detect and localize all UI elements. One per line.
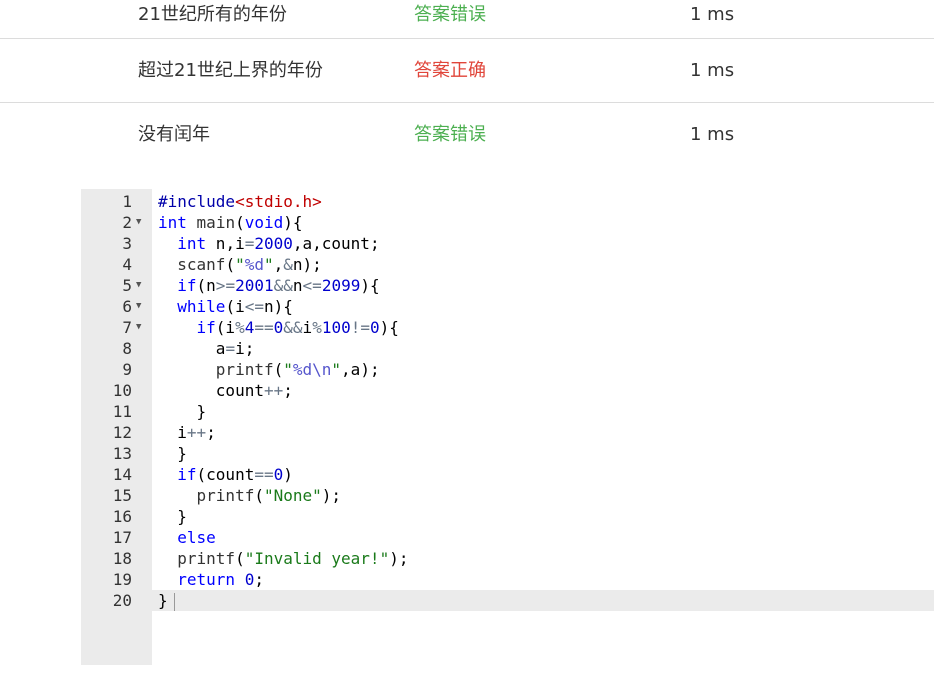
code-line[interactable]: 12 i++; bbox=[81, 422, 934, 443]
line-number: 6 bbox=[122, 297, 132, 316]
code-text[interactable]: } bbox=[158, 506, 187, 527]
code-text[interactable]: while(i<=n){ bbox=[158, 296, 293, 317]
code-text[interactable]: printf("None"); bbox=[158, 485, 342, 506]
case-time: 1 ms bbox=[690, 4, 735, 25]
line-number: 9 bbox=[122, 360, 132, 379]
line-number: 17 bbox=[112, 528, 132, 547]
code-line[interactable]: 15 printf("None"); bbox=[81, 485, 934, 506]
result-row: 超过21世纪上界的年份 答案正确 1 ms bbox=[0, 40, 934, 104]
line-number: 15 bbox=[112, 486, 132, 505]
code-text[interactable]: } bbox=[158, 443, 187, 464]
code-line[interactable]: 11 } bbox=[81, 401, 934, 422]
case-name: 超过21世纪上界的年份 bbox=[138, 60, 323, 81]
code-text[interactable]: printf("%d\n",a); bbox=[158, 359, 380, 380]
line-number: 10 bbox=[112, 381, 132, 400]
line-number: 8 bbox=[122, 339, 132, 358]
code-text[interactable]: i++; bbox=[158, 422, 216, 443]
line-number: 12 bbox=[112, 423, 132, 442]
code-line[interactable]: 4 scanf("%d",&n); bbox=[81, 254, 934, 275]
code-text[interactable]: if(i%4==0&&i%100!=0){ bbox=[158, 317, 399, 338]
code-line[interactable]: 20} bbox=[81, 590, 934, 611]
fold-arrow-icon[interactable]: ▼ bbox=[136, 275, 141, 296]
code-line[interactable]: 7 ▼ if(i%4==0&&i%100!=0){ bbox=[81, 317, 934, 338]
code-line[interactable]: 14 if(count==0) bbox=[81, 464, 934, 485]
line-number: 2 bbox=[122, 213, 132, 232]
code-text[interactable]: count++; bbox=[158, 380, 293, 401]
fold-arrow-icon[interactable]: ▼ bbox=[136, 296, 141, 317]
case-time: 1 ms bbox=[690, 124, 735, 145]
code-line[interactable]: 6 ▼ while(i<=n){ bbox=[81, 296, 934, 317]
case-status: 答案正确 bbox=[414, 60, 486, 81]
code-text[interactable]: int n,i=2000,a,count; bbox=[158, 233, 379, 254]
code-line[interactable]: 10 count++; bbox=[81, 380, 934, 401]
line-number: 7 bbox=[122, 318, 132, 337]
code-line[interactable]: 3 int n,i=2000,a,count; bbox=[81, 233, 934, 254]
row-divider bbox=[0, 38, 934, 39]
line-number: 20 bbox=[112, 591, 132, 610]
case-status: 答案错误 bbox=[414, 124, 486, 145]
case-time: 1 ms bbox=[690, 60, 735, 81]
code-line[interactable]: 19 return 0; bbox=[81, 569, 934, 590]
code-text[interactable]: return 0; bbox=[158, 569, 264, 590]
code-line[interactable]: 13 } bbox=[81, 443, 934, 464]
line-number: 16 bbox=[112, 507, 132, 526]
code-text[interactable]: scanf("%d",&n); bbox=[158, 254, 322, 275]
fold-arrow-icon[interactable]: ▼ bbox=[136, 317, 141, 338]
text-cursor bbox=[173, 592, 175, 611]
case-name: 没有闰年 bbox=[138, 124, 210, 145]
code-line[interactable]: 1 #include<stdio.h> bbox=[81, 191, 934, 212]
code-line[interactable]: 17 else bbox=[81, 527, 934, 548]
row-divider bbox=[0, 102, 934, 103]
line-number: 3 bbox=[122, 234, 132, 253]
code-text[interactable]: else bbox=[158, 527, 216, 548]
line-number: 18 bbox=[112, 549, 132, 568]
code-text[interactable]: a=i; bbox=[158, 338, 255, 359]
code-text[interactable]: } bbox=[158, 590, 175, 611]
result-row: 没有闰年 答案错误 1 ms bbox=[0, 104, 934, 168]
line-number: 14 bbox=[112, 465, 132, 484]
case-name: 21世纪所有的年份 bbox=[138, 4, 287, 25]
line-number: 4 bbox=[122, 255, 132, 274]
code-text[interactable]: printf("Invalid year!"); bbox=[158, 548, 408, 569]
line-number: 5 bbox=[122, 276, 132, 295]
code-text[interactable]: int main(void){ bbox=[158, 212, 303, 233]
code-line[interactable]: 2 ▼ int main(void){ bbox=[81, 212, 934, 233]
code-line[interactable]: 16 } bbox=[81, 506, 934, 527]
code-text[interactable]: #include<stdio.h> bbox=[158, 191, 322, 212]
code-editor[interactable]: 1 #include<stdio.h> 2 ▼ int main(void){3 int… bbox=[81, 189, 934, 665]
line-number: 11 bbox=[112, 402, 132, 421]
line-number: 13 bbox=[112, 444, 132, 463]
case-status: 答案错误 bbox=[414, 4, 486, 25]
line-number: 19 bbox=[112, 570, 132, 589]
code-line[interactable]: 18 printf("Invalid year!"); bbox=[81, 548, 934, 569]
code-text[interactable]: if(n>=2001&&n<=2099){ bbox=[158, 275, 379, 296]
code-line[interactable]: 9 printf("%d\n",a); bbox=[81, 359, 934, 380]
line-number: 1 bbox=[122, 192, 132, 211]
code-text[interactable]: if(count==0) bbox=[158, 464, 293, 485]
code-line[interactable]: 5 ▼ if(n>=2001&&n<=2099){ bbox=[81, 275, 934, 296]
code-line[interactable]: 8 a=i; bbox=[81, 338, 934, 359]
fold-arrow-icon[interactable]: ▼ bbox=[136, 212, 141, 233]
code-text[interactable]: } bbox=[158, 401, 207, 422]
